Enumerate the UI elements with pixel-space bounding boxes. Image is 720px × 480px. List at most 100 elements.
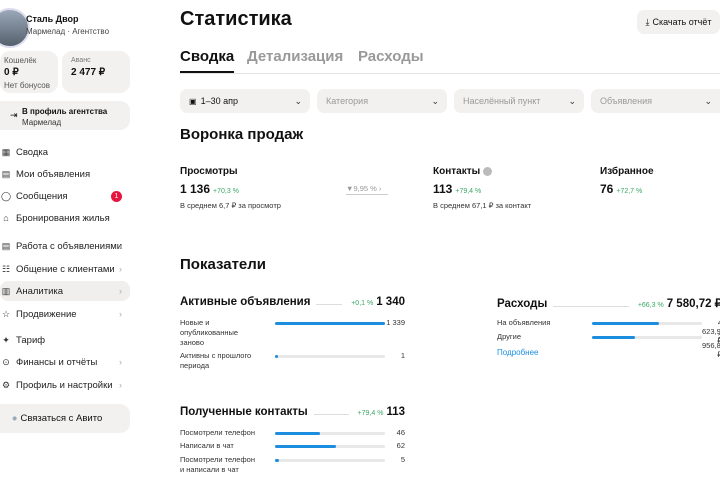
grid-icon: ▦ [1,146,11,157]
contacts-section-title: Полученные контакты +79,4 % 113 [180,406,405,418]
sidebar-item-10[interactable]: ⚙ Профиль и настройки › [0,375,130,395]
sidebar-item-0[interactable]: ▦ Сводка [0,142,130,162]
download-report-button[interactable]: ⤓ Скачать отчёт [637,10,720,34]
contacts-metric: Контакты 113 +79,4 % В среднем 67,1 ₽ за … [433,166,531,210]
tabs: Сводка Детализация Расходы [180,46,720,74]
avito-logo-icon: ● [11,413,18,424]
sidebar-item-9[interactable]: ⊙ Финансы и отчёты › [0,352,130,372]
views-note: В среднем 6,7 ₽ за просмотр [180,201,281,210]
wallet-label: Кошелёк [4,56,37,65]
row-label: Написали в чат [180,441,234,450]
section-total: 113 [386,406,405,418]
download-label: Скачать отчёт [652,17,712,27]
wallet-value: 0 ₽ [4,67,19,78]
notification-badge: 1 [111,190,122,202]
row-value: 62 [396,441,405,450]
chevron-right-icon: › [119,380,122,390]
category-placeholder: Категория [326,96,369,106]
row-bar-fill [275,459,280,462]
sidebar-item-label: Сообщения [16,190,68,202]
sidebar-item-label: Финансы и отчёты [16,356,98,368]
wallet-note: Нет бонусов [4,81,50,90]
tab-summary[interactable]: Сводка [180,48,235,73]
favorites-value: 76 [600,182,614,196]
chevron-down-icon: ⌄ [431,95,439,106]
views-change: +70,3 % [213,188,239,195]
sidebar-item-6[interactable]: ▥ Аналитика › [0,281,130,301]
download-icon: ⤓ [645,16,650,27]
row-bar-fill [592,322,660,325]
contacts-change: +79,4 % [455,188,482,195]
sidebar-item-label: Продвижение [16,308,77,320]
sidebar-item-8[interactable]: ✦ Тариф [0,330,130,350]
row-bar-fill [275,445,336,448]
sidebar-item-7[interactable]: ☆ Продвижение › [0,304,130,324]
row-value: 1 339 [386,318,405,327]
section-title: Активные объявления [180,296,311,308]
tariff-icon: ✦ [2,334,10,345]
favorites-label: Избранное [600,166,654,177]
ads-filter[interactable]: Объявления ⌄ [591,89,720,113]
sidebar-item-3[interactable]: ⌂ Бронирования жилья [0,208,130,228]
chevron-down-icon: ⌄ [568,95,576,106]
chevron-right-icon: › [119,264,122,274]
finance-icon: ⊙ [2,356,10,367]
ads-placeholder: Объявления [600,96,653,106]
contacts-label: Контакты [433,166,481,177]
chevron-right-icon: › [119,309,122,319]
chevron-right-icon: › [119,241,122,251]
expenses-section-title: Расходы +66,3 % 7 580,72 ₽ [497,296,720,310]
sidebar-item-2[interactable]: ◯ Сообщения 1 [0,186,130,206]
promo-icon: ☆ [1,308,11,319]
section-title: Расходы [497,298,548,310]
wallet-card[interactable]: Кошелёк 0 ₽ Нет бонусов [0,51,58,93]
page-title: Статистика [180,8,292,30]
section-total: 7 580,72 ₽ [666,298,720,310]
city-placeholder: Населённый пункт [463,96,541,106]
active-section-title: Активные объявления +0,1 % 1 340 [180,296,405,308]
advance-card[interactable]: Аванс 2 477 ₽ [62,51,130,93]
row-bar-fill [275,322,385,325]
info-icon[interactable] [482,166,492,176]
row-value: 1 [400,351,405,360]
listings-icon: ▤ [1,168,11,179]
chevron-down-icon: ⌄ [704,95,712,106]
city-filter[interactable]: Населённый пункт ⌄ [454,89,584,113]
conversion-link[interactable]: ▼9,95 % › [346,184,388,195]
sidebar-item-4[interactable]: ▤ Работа с объявлениями › [0,236,130,256]
row-label: Посмотрели телефон [180,428,255,437]
sidebar-item-label: Сводка [16,146,49,158]
row-value: 46 [396,428,405,437]
row-bar [275,432,385,435]
contacts-note: В среднем 67,1 ₽ за контакт [433,201,532,210]
tab-expenses[interactable]: Расходы [358,48,424,65]
category-filter[interactable]: Категория ⌄ [317,89,447,113]
chevron-down-icon: ⌄ [294,95,302,106]
work-icon: ▤ [1,240,11,251]
row-bar [275,445,385,448]
row-label: Новые и опубликованные заново [180,318,239,347]
advance-label: Аванс [71,57,91,64]
agency-profile-button[interactable]: ⇥ В профиль агентства Мармелад [0,101,130,130]
company-subtitle: Мармелад · Агентство [26,27,110,36]
row-label: Активны с прошлого периода [180,351,252,370]
chat-icon: ◯ [0,190,12,201]
views-metric: Просмотры 1 136 +70,3 % В среднем 6,7 ₽ з… [180,166,281,210]
contact-avito-label: Связаться с Авито [20,413,103,424]
calendar-icon: ▣ [189,96,197,106]
more-link[interactable]: Подробнее [497,348,539,357]
sidebar-item-1[interactable]: ▤ Мои объявления [0,164,130,184]
agency-title: В профиль агентства [22,107,108,116]
settings-icon: ⚙ [1,379,11,390]
sidebar-item-5[interactable]: ☷ Общение с клиентами › [0,259,130,279]
date-filter[interactable]: ▣ 1–30 апр ⌄ [180,89,310,113]
conversion-value: 9,95 % [353,184,377,193]
row-bar [592,322,702,325]
funnel-title: Воронка продаж [180,126,304,143]
contact-avito-button[interactable]: ● Связаться с Авито [0,404,130,433]
tab-details[interactable]: Детализация [247,48,343,65]
section-change: +66,3 % [637,302,664,309]
views-label: Просмотры [180,166,238,177]
row-bar-fill [275,432,321,435]
row-bar [275,322,385,325]
